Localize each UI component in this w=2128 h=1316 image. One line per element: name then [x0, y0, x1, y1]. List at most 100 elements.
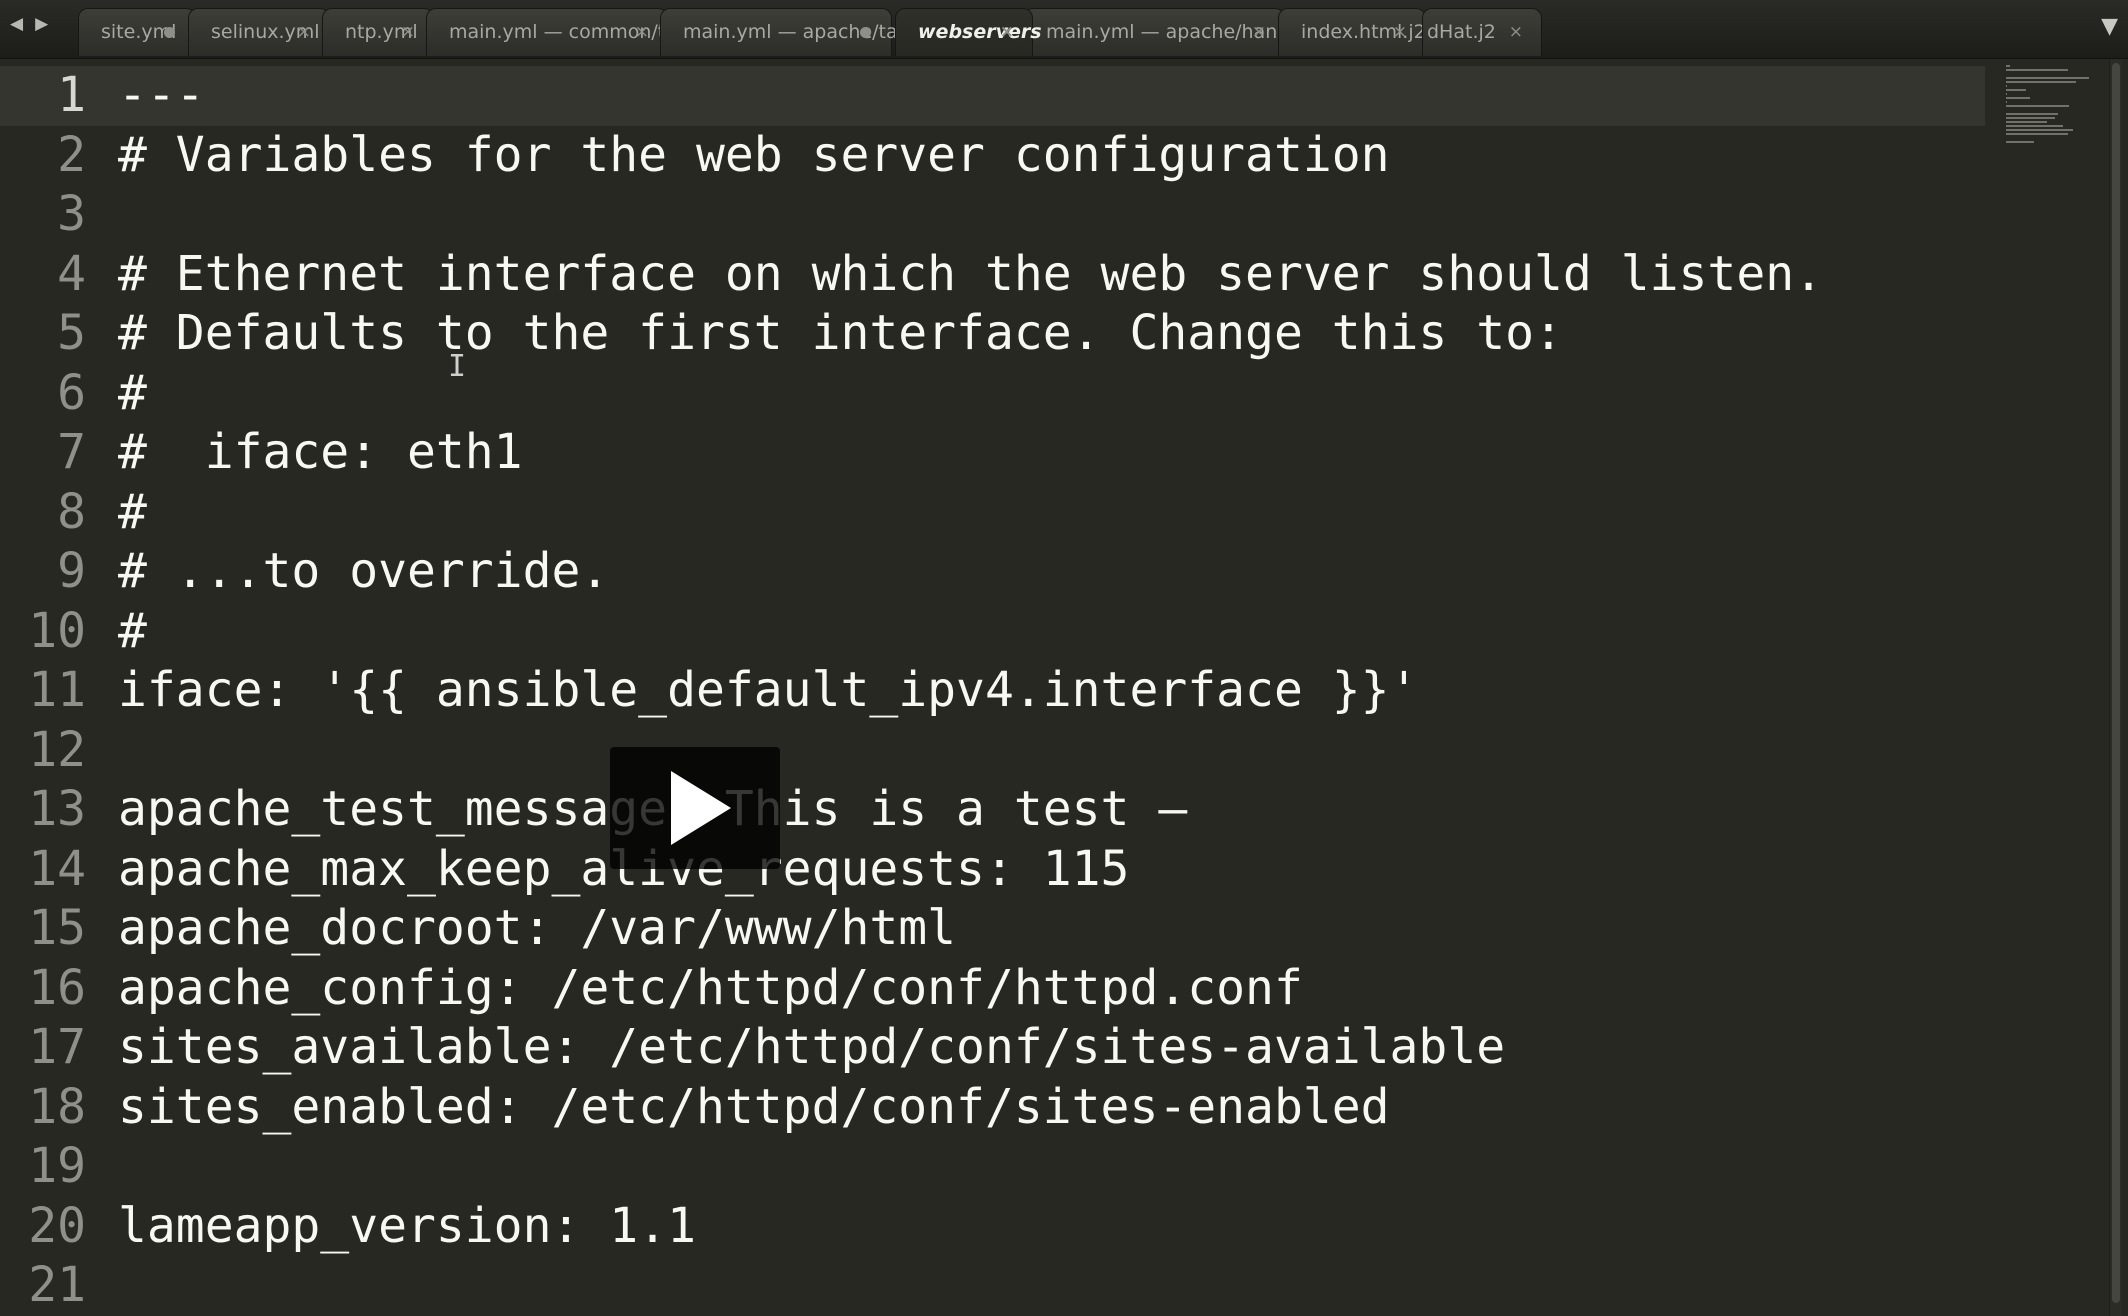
- line-text: apache_docroot: /var/www/html: [118, 900, 957, 956]
- close-icon[interactable]: ×: [297, 9, 311, 55]
- line-number: 13: [28, 781, 86, 837]
- close-icon[interactable]: ×: [401, 9, 415, 55]
- line-number: 15: [28, 900, 86, 956]
- minimap-line: [2006, 65, 2011, 67]
- tab-menu-icon[interactable]: ▼: [2101, 14, 2118, 39]
- text-cursor-icon: I: [448, 352, 466, 382]
- line-number: 16: [28, 959, 86, 1016]
- minimap-line: [2006, 113, 2058, 115]
- unsaved-dot-icon[interactable]: [860, 27, 871, 38]
- code-line[interactable]: 9 # ...to override.: [0, 542, 1985, 602]
- line-text: # Variables for the web server configura…: [118, 126, 1390, 183]
- tab-webservers[interactable]: webservers ×: [895, 8, 1042, 56]
- code-line[interactable]: 17 sites_available: /etc/httpd/conf/sites…: [0, 1018, 1985, 1078]
- line-text: lameapp_version: 1.1: [118, 1197, 696, 1254]
- code-line[interactable]: 11 iface: '{{ ansible_default_ipv4.interf…: [0, 661, 1985, 721]
- line-number: 8: [57, 483, 86, 540]
- code-line[interactable]: 20 lameapp_version: 1.1: [0, 1197, 1985, 1257]
- line-number: 9: [57, 543, 86, 599]
- line-number: 5: [57, 305, 86, 361]
- code-line[interactable]: 18 sites_enabled: /etc/httpd/conf/sites-e…: [0, 1078, 1985, 1138]
- minimap-line: [2006, 133, 2068, 135]
- line-number: 3: [57, 186, 86, 242]
- minimap-line: [2006, 121, 2047, 123]
- tab-selinux-yml[interactable]: selinux.yml ×: [188, 8, 330, 56]
- tab-dhat-j2[interactable]: dHat.j2 ×: [1422, 8, 1542, 56]
- unsaved-dot-icon[interactable]: [164, 27, 175, 38]
- minimap-line: [2006, 93, 2008, 95]
- code-line[interactable]: 16 apache_config: /etc/httpd/conf/httpd.c…: [0, 959, 1985, 1019]
- minimap-line: [2006, 125, 2064, 127]
- code-editor[interactable]: 1 --- 2 # Variables for the web server conf…: [0, 59, 2128, 1316]
- close-icon[interactable]: ×: [1252, 9, 1266, 55]
- code-line[interactable]: 2 # Variables for the web server configur…: [0, 126, 1985, 186]
- tab-ntp-yml[interactable]: ntp.yml ×: [322, 8, 434, 56]
- code-line[interactable]: 6 #: [0, 364, 1985, 424]
- line-number: 2: [57, 126, 86, 183]
- close-icon[interactable]: ×: [635, 9, 649, 55]
- play-icon: [671, 771, 731, 845]
- minimap-line: [2006, 101, 2008, 103]
- close-icon[interactable]: ×: [1509, 9, 1523, 55]
- code-line[interactable]: 1 ---: [0, 66, 1985, 126]
- line-number: 17: [28, 1019, 86, 1075]
- video-play-button[interactable]: [610, 747, 780, 869]
- code-line[interactable]: 21: [0, 1256, 1985, 1316]
- line-text: apache_config: /etc/httpd/conf/httpd.con…: [118, 959, 1303, 1016]
- minimap-line: [2006, 85, 2008, 87]
- line-text: # Defaults to the first interface. Chang…: [118, 305, 1563, 361]
- line-text: sites_available: /etc/httpd/conf/sites-a…: [118, 1019, 1506, 1075]
- minimap[interactable]: [2006, 59, 2096, 143]
- line-text: #: [118, 483, 147, 540]
- tab-site-yml[interactable]: site.yml: [78, 8, 196, 56]
- line-number: 4: [57, 245, 86, 302]
- line-text: # Ethernet interface on which the web se…: [118, 245, 1824, 302]
- tab-label: index.html.j2: [1301, 21, 1426, 43]
- line-text: #: [118, 364, 147, 421]
- line-text: sites_enabled: /etc/httpd/conf/sites-ena…: [118, 1078, 1390, 1135]
- minimap-line: [2006, 105, 2069, 107]
- close-icon[interactable]: ×: [1000, 9, 1014, 55]
- code-line[interactable]: 15 apache_docroot: /var/www/html: [0, 899, 1985, 959]
- code-line[interactable]: 8 #: [0, 483, 1985, 543]
- code-line[interactable]: 13 apache_test_message: This is a test –: [0, 780, 1985, 840]
- code-line[interactable]: 12: [0, 721, 1985, 781]
- line-number: 12: [28, 721, 86, 778]
- line-number: 19: [28, 1138, 86, 1194]
- code-line[interactable]: 4 # Ethernet interface on which the web s…: [0, 245, 1985, 305]
- line-number: 11: [28, 662, 86, 718]
- tab-main-yml-common-tasks[interactable]: main.yml — common/tasks ×: [426, 8, 708, 56]
- line-text: #: [118, 602, 147, 659]
- line-text: iface: '{{ ansible_default_ipv4.interfac…: [118, 662, 1419, 718]
- line-number: 14: [28, 840, 86, 897]
- tab-label: main.yml — apache/tasks: [683, 21, 929, 43]
- minimap-line: [2006, 81, 2076, 83]
- line-text: ---: [118, 67, 205, 123]
- back-arrow-icon[interactable]: ◀: [10, 14, 23, 34]
- code-line[interactable]: 7 # iface: eth1: [0, 423, 1985, 483]
- line-number: 21: [28, 1257, 86, 1313]
- code-line[interactable]: 3: [0, 185, 1985, 245]
- line-number: 20: [28, 1197, 86, 1254]
- line-number: 10: [28, 602, 86, 659]
- code-line[interactable]: 14 apache_max_keep_alive_requests: 115: [0, 840, 1985, 900]
- minimap-line: [2006, 141, 2034, 143]
- minimap-line: [2006, 97, 2030, 99]
- code-line[interactable]: 19: [0, 1137, 1985, 1197]
- minimap-line: [2006, 69, 2068, 71]
- tab-main-yml-apache-tasks[interactable]: main.yml — apache/tasks: [660, 8, 928, 56]
- code-line[interactable]: 10 #: [0, 602, 1985, 662]
- tab-bar: ◀ ▶ site.yml selinux.yml × ntp.yml × main.yml…: [0, 0, 2128, 59]
- tab-main-yml-apache-handlers[interactable]: main.yml — apache/handlers ×: [1023, 8, 1324, 56]
- code-line[interactable]: 5 # Defaults to the first interface. Chan…: [0, 304, 1985, 364]
- minimap-line: [2006, 117, 2055, 119]
- tabs-strip: site.yml selinux.yml × ntp.yml × main.yml — c…: [78, 8, 2058, 58]
- close-icon[interactable]: ×: [1393, 9, 1407, 55]
- tab-label: webservers: [918, 21, 1042, 43]
- tab-label: dHat.j2: [1427, 21, 1496, 43]
- tab-index-html-j2[interactable]: index.html.j2 ×: [1278, 8, 1426, 56]
- forward-arrow-icon[interactable]: ▶: [35, 14, 48, 34]
- vertical-scrollbar[interactable]: [2109, 59, 2122, 1316]
- scrollbar-thumb[interactable]: [2112, 63, 2120, 1303]
- tab-navigation: ◀ ▶: [10, 14, 48, 34]
